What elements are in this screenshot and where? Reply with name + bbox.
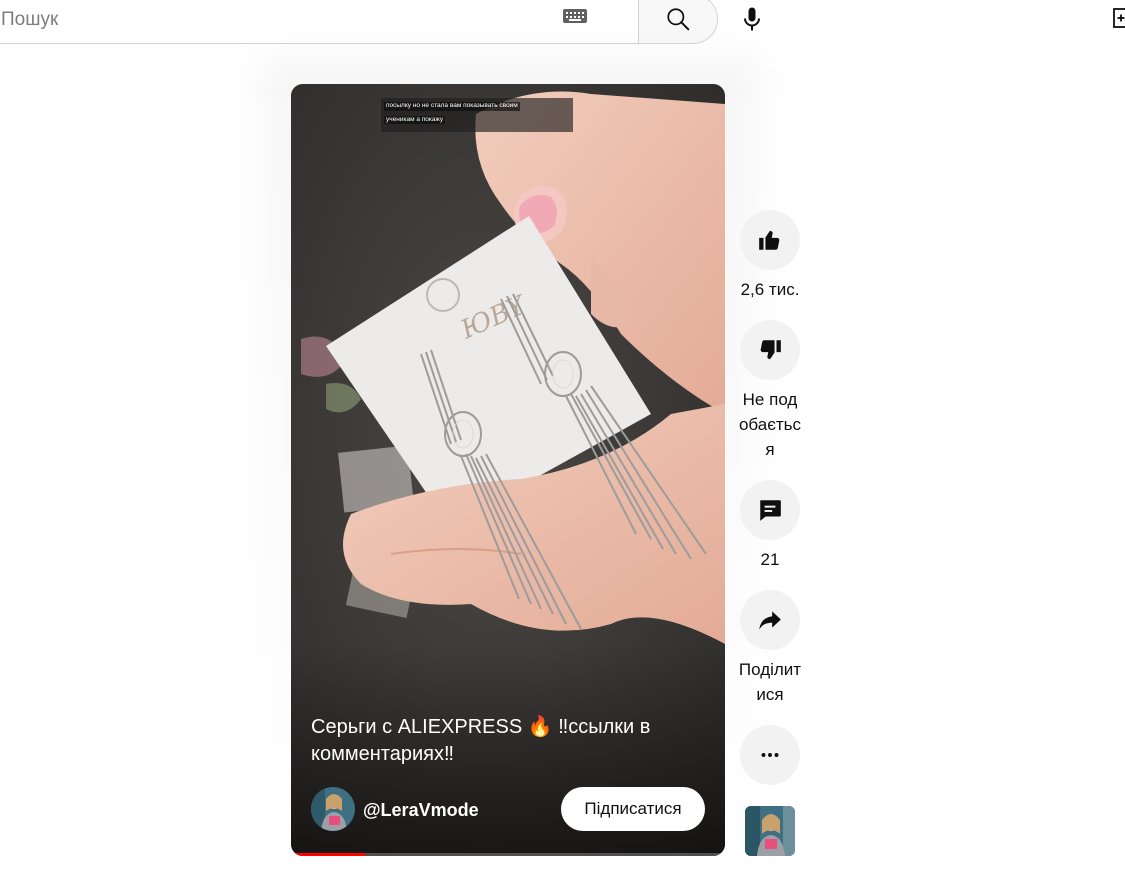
comment-count: 21 bbox=[760, 550, 780, 569]
search-icon bbox=[667, 8, 690, 31]
voice-search-button[interactable] bbox=[730, 0, 774, 40]
channel-name[interactable]: @LeraVmode bbox=[363, 800, 479, 821]
youtube-shorts-page: ЮBY посылку но не стала вам показывать с… bbox=[0, 0, 1125, 882]
progress-bar[interactable] bbox=[291, 853, 725, 856]
like-count: 2,6 тис. bbox=[740, 280, 800, 299]
search-input[interactable] bbox=[1, 7, 541, 33]
shorts-player[interactable]: ЮBY посылку но не стала вам показывать с… bbox=[291, 84, 725, 856]
video-captions: посылку но не стала вам показывать своим… bbox=[381, 98, 573, 132]
channel-row: @LeraVmode Підписатися bbox=[311, 786, 705, 832]
progress-fill bbox=[291, 853, 365, 856]
dislike-action: Не подобається bbox=[735, 320, 805, 462]
more-actions-button[interactable] bbox=[740, 725, 800, 785]
comments-action: 21 bbox=[735, 480, 805, 572]
thumbs-up-icon bbox=[759, 230, 780, 250]
microphone-icon bbox=[744, 7, 760, 31]
search-button[interactable] bbox=[638, 0, 718, 44]
share-icon bbox=[759, 611, 781, 630]
caption-line: ученикам а покажу bbox=[384, 115, 446, 124]
caption-line: посылку но не стала вам показывать своим bbox=[384, 102, 520, 111]
comments-button[interactable] bbox=[740, 480, 800, 540]
remix-thumbnail[interactable] bbox=[745, 806, 795, 856]
comment-icon bbox=[760, 500, 781, 521]
dislike-button[interactable] bbox=[740, 320, 800, 380]
dislike-label: Не подобається bbox=[738, 390, 802, 459]
search-box bbox=[0, 0, 639, 44]
channel-avatar[interactable] bbox=[311, 787, 355, 831]
share-label: Поділитися bbox=[738, 660, 802, 704]
more-action bbox=[735, 725, 805, 785]
like-action: 2,6 тис. bbox=[735, 210, 805, 302]
subscribe-button[interactable]: Підписатися bbox=[561, 787, 705, 831]
like-button[interactable] bbox=[740, 210, 800, 270]
share-button[interactable] bbox=[740, 590, 800, 650]
keyboard-icon[interactable] bbox=[563, 9, 587, 23]
create-icon[interactable] bbox=[1113, 8, 1125, 28]
thumbs-down-icon bbox=[760, 340, 781, 360]
video-title[interactable]: Серьги с ALIEXPRESS 🔥 ‼ссылки в коммента… bbox=[311, 714, 671, 768]
share-action: Поділитися bbox=[735, 590, 805, 707]
more-horizontal-icon bbox=[761, 753, 779, 757]
